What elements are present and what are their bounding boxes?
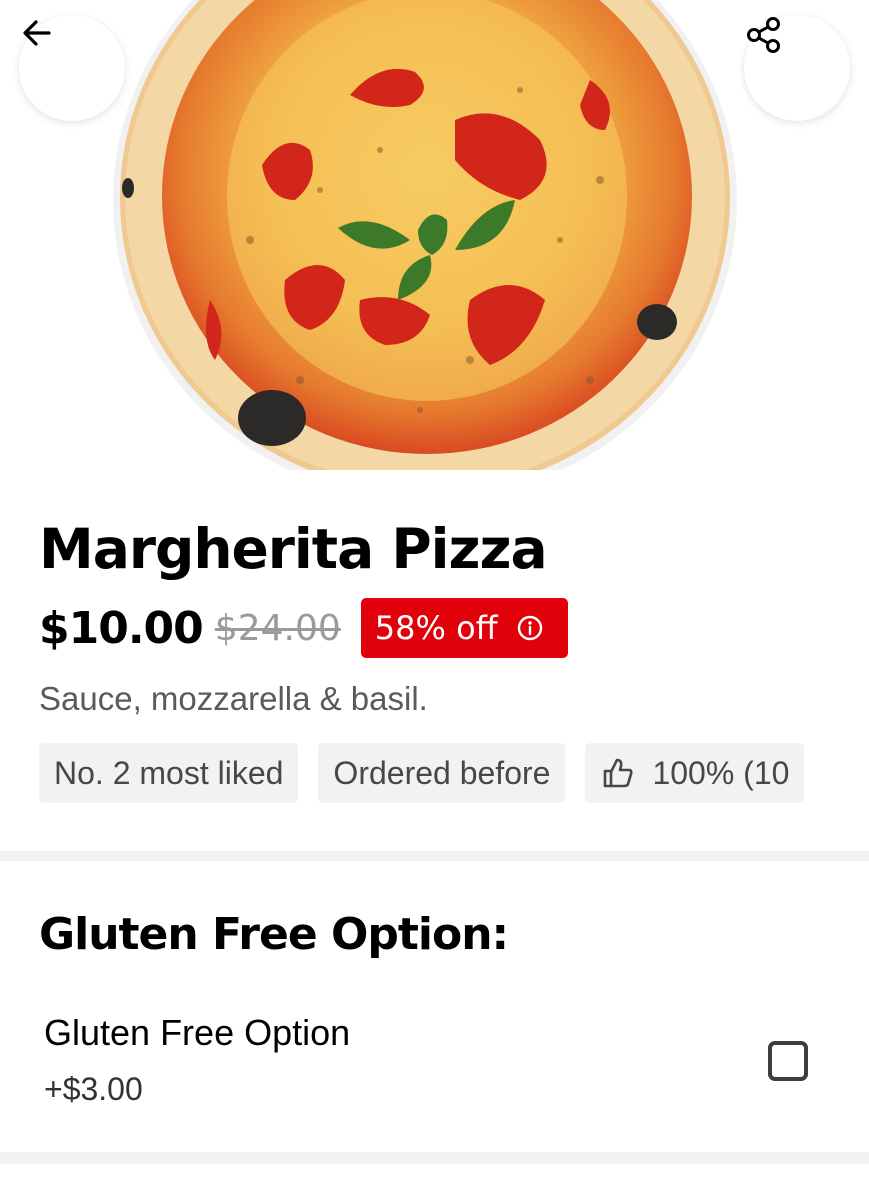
back-button[interactable] xyxy=(19,15,125,121)
chip-label: 100% (10 xyxy=(652,754,790,791)
price-row: $10.00 $24.00 58% off xyxy=(39,598,568,658)
tag-chip-rating: 100% (10 xyxy=(585,743,805,803)
gluten-free-checkbox[interactable] xyxy=(768,1041,808,1081)
options-section-title: Gluten Free Option: xyxy=(39,909,509,960)
info-icon[interactable] xyxy=(516,614,544,642)
discount-label: 58% off xyxy=(374,609,498,647)
share-button[interactable] xyxy=(744,15,850,121)
tag-chip-ordered-before: Ordered before xyxy=(318,743,566,803)
original-price: $24.00 xyxy=(214,607,341,649)
section-divider xyxy=(0,1152,869,1164)
chip-label: Ordered before xyxy=(333,754,551,791)
thumbs-up-icon xyxy=(600,755,636,791)
pizza-image xyxy=(113,0,737,470)
section-divider xyxy=(0,851,869,861)
option-name: Gluten Free Option xyxy=(44,1012,351,1053)
discount-badge[interactable]: 58% off xyxy=(360,598,568,658)
product-title: Margherita Pizza xyxy=(39,517,548,581)
product-tags: No. 2 most liked Ordered before 100% (10 xyxy=(39,743,805,803)
product-hero-image xyxy=(0,0,869,470)
tag-chip-most-liked: No. 2 most liked xyxy=(39,743,299,803)
chip-label: No. 2 most liked xyxy=(54,754,284,791)
current-price: $10.00 xyxy=(39,602,204,654)
option-price: +$3.00 xyxy=(44,1071,143,1107)
product-description: Sauce, mozzarella & basil. xyxy=(39,680,428,717)
